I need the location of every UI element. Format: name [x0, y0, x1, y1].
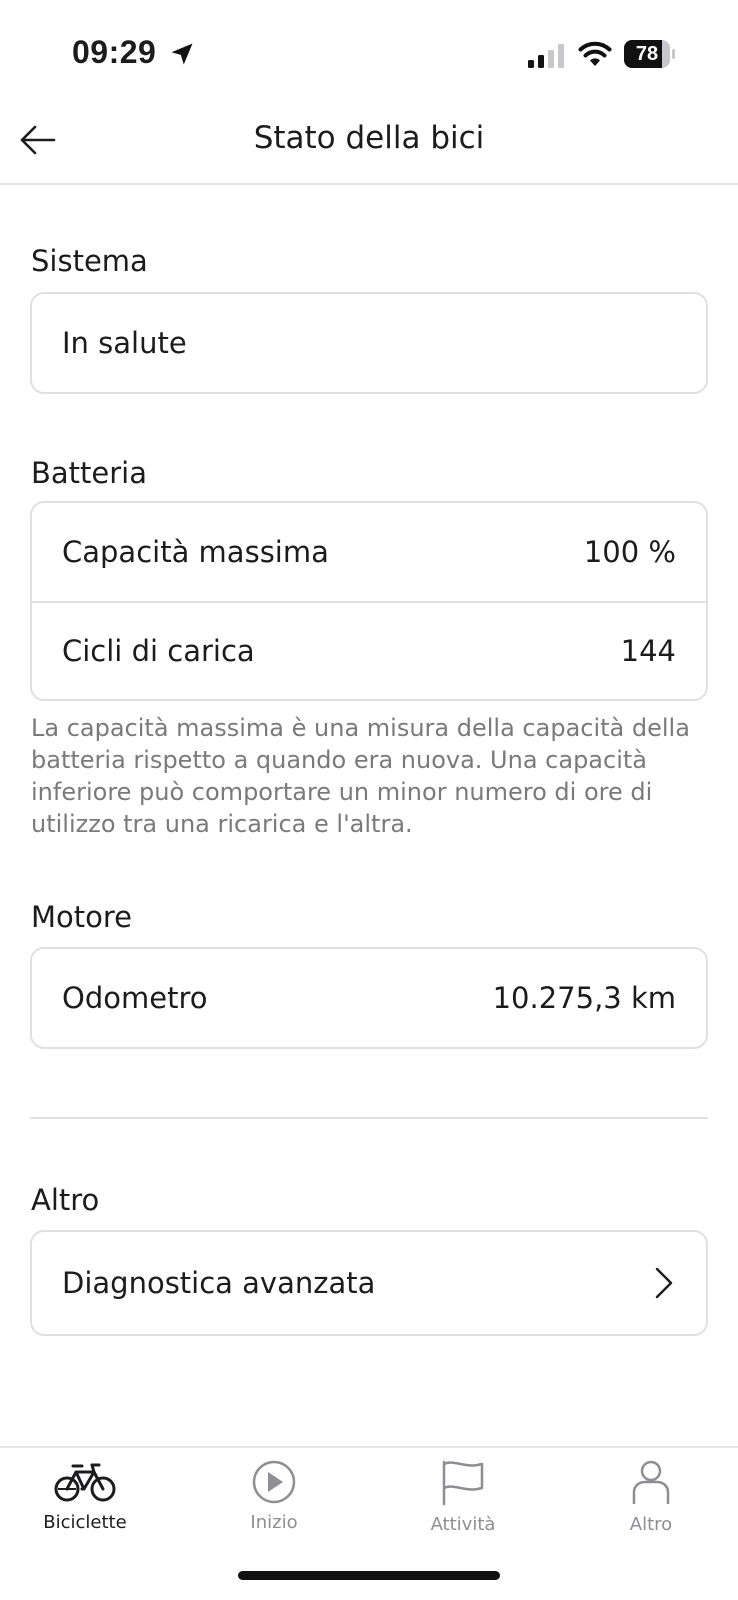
tab-label-inizio: Inizio — [250, 1512, 298, 1533]
person-icon — [632, 1460, 670, 1504]
battery-card: Capacità massima 100 % Cicli di carica 1… — [30, 501, 708, 701]
tab-label-attivita: Attività — [430, 1514, 496, 1535]
odometer-label: Odometro — [62, 981, 208, 1015]
play-circle-icon — [252, 1460, 296, 1504]
tab-label-biciclette: Biciclette — [43, 1512, 127, 1533]
section-title-system: Sistema — [31, 244, 148, 278]
tab-attivita[interactable]: Attività — [388, 1460, 538, 1535]
battery-capacity-label: Capacità massima — [62, 535, 329, 569]
home-indicator — [238, 1571, 500, 1580]
battery-capacity-row: Capacità massima 100 % — [32, 503, 706, 601]
odometer-row: Odometro 10.275,3 km — [32, 949, 706, 1047]
flag-icon — [442, 1460, 484, 1506]
tab-label-altro: Altro — [629, 1514, 673, 1535]
tab-biciclette[interactable]: Biciclette — [10, 1460, 160, 1533]
section-title-battery: Batteria — [31, 456, 147, 490]
motor-card: Odometro 10.275,3 km — [30, 947, 708, 1049]
odometer-value: 10.275,3 km — [492, 981, 676, 1015]
charge-cycles-label: Cicli di carica — [62, 634, 255, 668]
location-arrow-icon — [171, 43, 193, 65]
tab-inizio[interactable]: Inizio — [199, 1460, 349, 1533]
charge-cycles-row: Cicli di carica 144 — [32, 601, 706, 699]
chevron-right-icon — [655, 1267, 673, 1299]
page-title: Stato della bici — [253, 120, 485, 156]
wifi-icon — [578, 41, 612, 66]
advanced-diagnostics-label: Diagnostica avanzata — [62, 1266, 376, 1300]
tab-altro[interactable]: Altro — [576, 1460, 726, 1535]
battery-capacity-value: 100 % — [583, 535, 676, 569]
bike-icon — [54, 1463, 116, 1502]
advanced-diagnostics-card: Diagnostica avanzata — [30, 1230, 708, 1336]
section-divider — [30, 1117, 708, 1119]
advanced-diagnostics-row[interactable]: Diagnostica avanzata — [32, 1232, 706, 1334]
section-title-motor: Motore — [31, 900, 133, 934]
cellular-signal-icon — [528, 44, 564, 68]
system-status-card: In salute — [30, 292, 708, 394]
status-time: 09:29 — [72, 34, 157, 70]
section-title-other: Altro — [31, 1183, 100, 1217]
charge-cycles-value: 144 — [620, 634, 676, 668]
status-bar: 09:29 78 — [0, 0, 738, 110]
battery-footnote: La capacità massima è una misura della c… — [31, 714, 690, 838]
system-status-value: In salute — [62, 326, 187, 360]
battery-level: 78 — [635, 43, 659, 65]
nav-header: Stato della bici — [0, 110, 738, 185]
